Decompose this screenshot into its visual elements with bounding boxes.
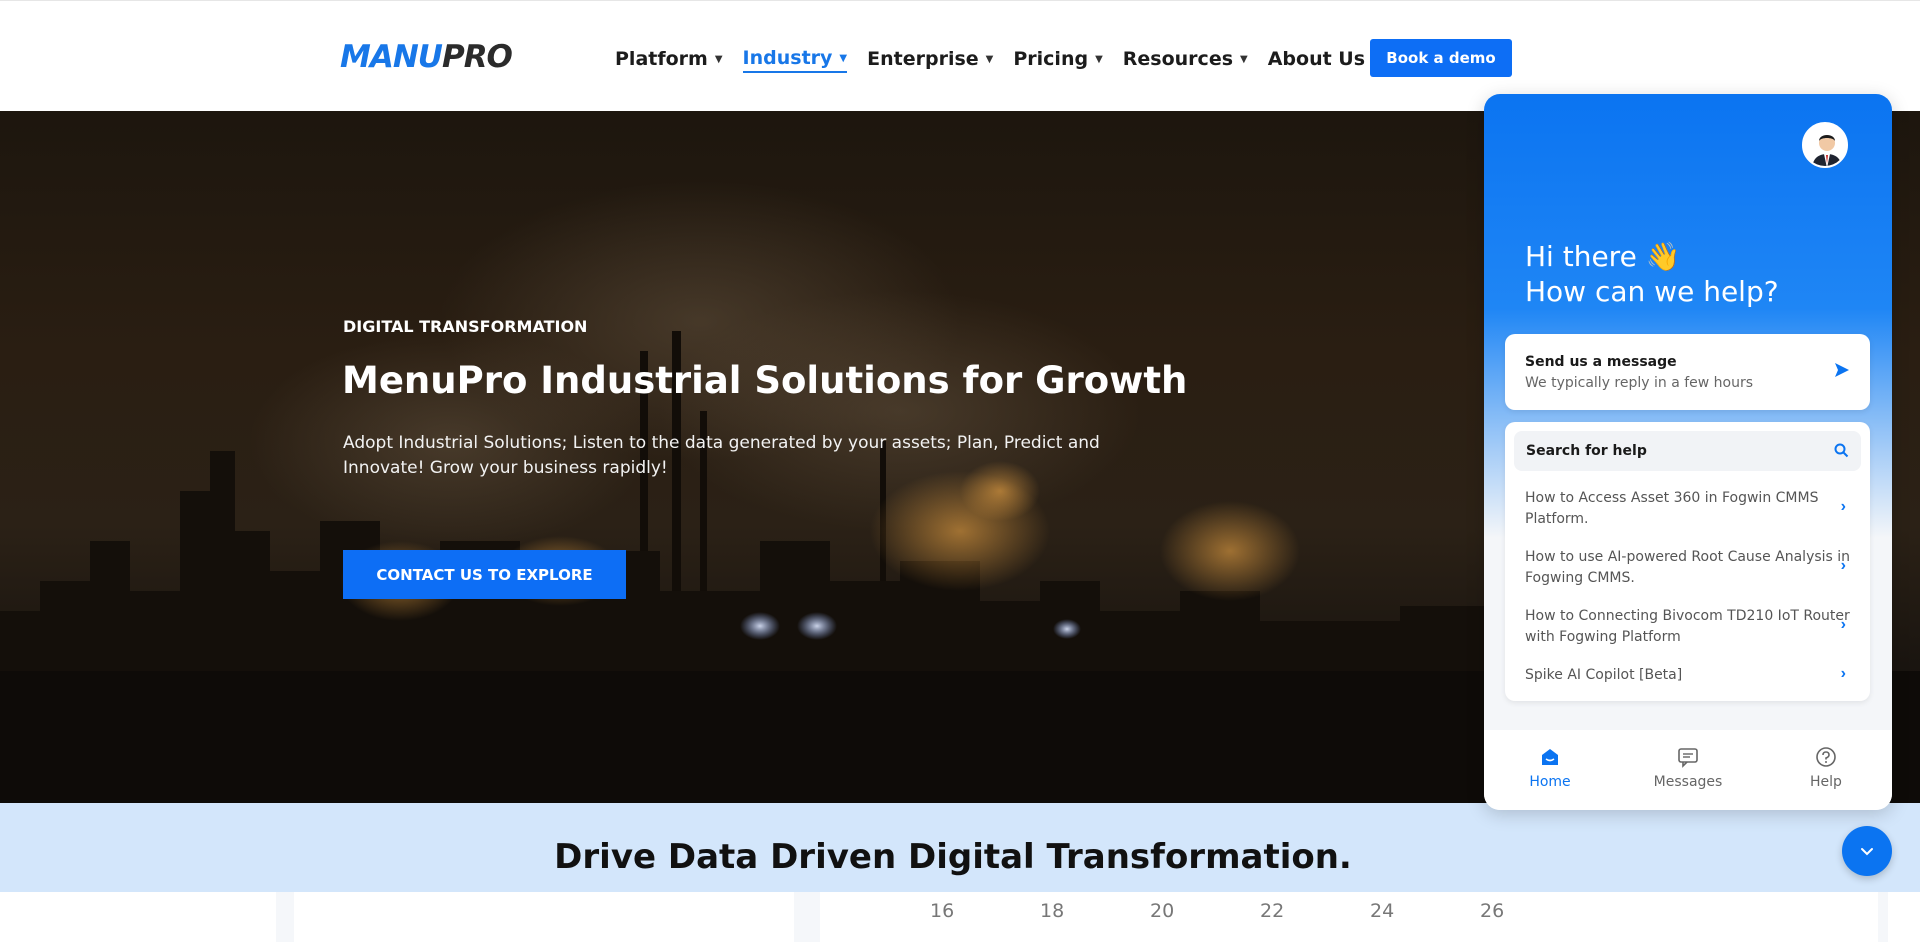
chevron-down-icon [1861, 848, 1873, 856]
contact-us-button[interactable]: CONTACT US TO EXPLORE [343, 550, 626, 599]
page: MANUPRO Platform ▼ Industry ▼ Enterprise ▼ … [0, 0, 1920, 942]
nav-platform-label: Platform [615, 48, 708, 70]
tab-messages-label: Messages [1653, 774, 1723, 790]
chat-launcher-button[interactable] [1842, 826, 1892, 876]
caret-down-icon: ▼ [985, 53, 994, 65]
tab-home-label: Home [1529, 774, 1571, 790]
support-chat-widget: Hi there 👋 How can we help? Send us a me… [1484, 94, 1892, 810]
help-article[interactable]: How to use AI-powered Root Cause Analysi… [1525, 547, 1855, 589]
help-article[interactable]: How to Access Asset 360 in Fogwin CMMS P… [1525, 488, 1855, 530]
section-band: Drive Data Driven Digital Transformation… [0, 803, 1920, 892]
send-message-title: Send us a message [1525, 354, 1677, 370]
search-label: Search for help [1526, 443, 1647, 459]
nav-about-us-label: About Us [1267, 48, 1366, 70]
nav-industry[interactable]: Industry ▼ [742, 45, 848, 73]
tab-home[interactable]: Home [1510, 746, 1590, 790]
nav-pricing-label: Pricing [1013, 48, 1089, 70]
nav-resources-label: Resources [1122, 48, 1234, 70]
agent-avatar [1802, 122, 1848, 168]
nav-pricing[interactable]: Pricing ▼ [1013, 45, 1102, 73]
help-search-input[interactable]: Search for help [1514, 431, 1861, 471]
send-icon [1835, 363, 1849, 377]
hero-title: MenuPro Industrial Solutions for Growth [342, 359, 1188, 402]
reply-time-text: We typically reply in a few hours [1525, 375, 1754, 391]
calendar-day[interactable]: 22 [1260, 900, 1370, 922]
left-card [276, 892, 810, 942]
section-title: Drive Data Driven Digital Transformation… [554, 837, 1352, 877]
calendar-day[interactable]: 20 [1150, 900, 1260, 922]
nav-platform[interactable]: Platform ▼ [615, 45, 723, 73]
tab-help[interactable]: Help [1786, 746, 1866, 790]
caret-down-icon: ▼ [839, 52, 848, 64]
calendar-day[interactable]: 18 [1040, 900, 1150, 922]
messages-icon [1678, 748, 1698, 768]
chevron-right-icon: › [1840, 557, 1846, 574]
hero-eyebrow: DIGITAL TRANSFORMATION [343, 317, 588, 336]
chevron-right-icon: › [1840, 616, 1846, 633]
left-card-inner [294, 892, 794, 942]
agent-avatar-image [1804, 124, 1846, 166]
book-demo-button[interactable]: Book a demo [1370, 39, 1512, 77]
logo-text-manu: MANU [340, 39, 443, 75]
caret-down-icon: ▼ [1240, 53, 1248, 65]
send-message-card[interactable]: Send us a message We typically reply in … [1505, 334, 1870, 410]
chat-greeting: Hi there 👋 How can we help? [1525, 239, 1779, 309]
nav-about-us[interactable]: About Us▼ [1268, 45, 1380, 73]
calendar-day[interactable]: 16 [930, 900, 1040, 922]
nav-industry-label: Industry [742, 47, 833, 69]
caret-down-icon: ▼ [714, 53, 723, 65]
chat-greeting-line2: How can we help? [1525, 275, 1779, 308]
manupro-logo[interactable]: MANUPRO [340, 39, 513, 75]
chevron-right-icon: › [1840, 665, 1846, 682]
help-article[interactable]: Spike AI Copilot [Beta] [1525, 665, 1855, 686]
caret-down-icon: ▼ [1095, 53, 1103, 65]
help-icon [1816, 747, 1836, 767]
chat-tab-bar: Home Messages Help [1484, 730, 1892, 810]
home-icon [1542, 749, 1558, 765]
hero-subtitle: Adopt Industrial Solutions; Listen to th… [343, 433, 1100, 478]
main-nav: Platform ▼ Industry ▼ Enterprise ▼ Pricing ▼… [615, 45, 1400, 73]
help-article[interactable]: How to Connecting Bivocom TD210 IoT Rout… [1525, 606, 1855, 648]
tab-messages[interactable]: Messages [1648, 746, 1728, 790]
chat-greeting-line1: Hi there 👋 [1525, 240, 1681, 273]
nav-enterprise-label: Enterprise [867, 48, 979, 70]
calendar-days: 16 18 20 22 24 26 [930, 900, 1590, 922]
below-fold: 16 18 20 22 24 26 [0, 892, 1920, 942]
logo-text-pro: PRO [441, 39, 513, 75]
chevron-right-icon: › [1840, 498, 1846, 515]
search-icon [1834, 443, 1849, 458]
nav-resources[interactable]: Resources ▼ [1123, 45, 1248, 73]
help-card: Search for help How to Access Asset 360 … [1505, 422, 1870, 701]
calendar-day[interactable]: 26 [1480, 900, 1590, 922]
tab-help-label: Help [1810, 774, 1842, 790]
nav-enterprise[interactable]: Enterprise ▼ [867, 45, 993, 73]
calendar-day[interactable]: 24 [1370, 900, 1480, 922]
